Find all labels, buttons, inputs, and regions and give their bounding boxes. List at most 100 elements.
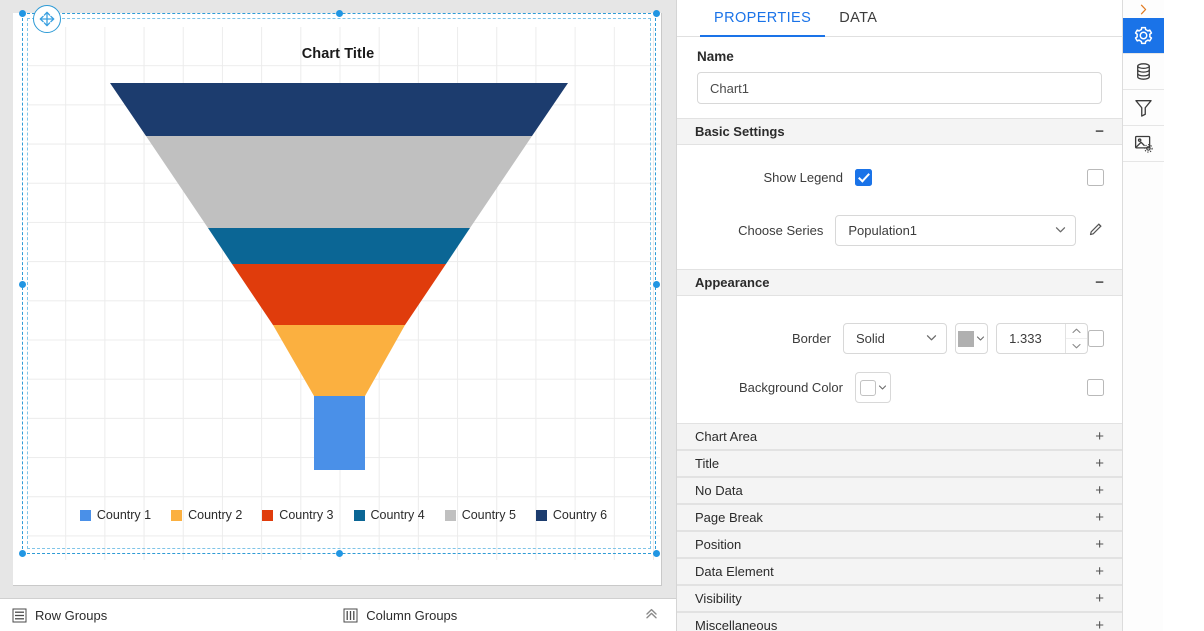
stepper-up-icon[interactable] [1066,324,1088,339]
legend-label: Country 6 [552,508,608,522]
border-width-spin-buttons [1065,324,1088,353]
legend-label: Country 5 [461,508,516,522]
row-groups-panel[interactable]: Row Groups [12,608,107,623]
section-data-element[interactable]: Data Element + [677,558,1122,585]
row-background-color: Background Color [677,372,1122,403]
groups-collapse-button[interactable] [644,606,659,624]
column-groups-label: Column Groups [366,607,458,623]
border-expression-checkbox[interactable] [1088,330,1105,347]
stepper-down-icon[interactable] [1066,339,1087,353]
section-no-data[interactable]: No Data + [677,477,1122,504]
legend-item[interactable]: Country 4 [353,508,425,522]
rail-data-button[interactable] [1123,54,1164,90]
section-chart-area-label: Chart Area [695,429,758,444]
choose-series-value: Population1 [848,223,918,238]
section-page-break[interactable]: Page Break + [677,504,1122,531]
column-groups-panel[interactable]: Column Groups [343,608,457,623]
selection-handle-top-center[interactable] [336,10,343,17]
row-border: Border Solid 1.333 [677,323,1122,354]
section-data-element-toggle[interactable]: + [1095,564,1104,579]
border-width-stepper[interactable]: 1.333 [996,323,1089,354]
design-surface[interactable]: Chart Title Country 1 Country 2 Country … [0,0,676,631]
properties-panel-body: PROPERTIES DATA Name Basic Settings − Sh… [677,0,1122,631]
legend-item[interactable]: Country 2 [171,508,242,522]
section-data-element-label: Data Element [695,564,774,579]
funnel-segment-country-1[interactable] [314,396,365,470]
rail-filter-button[interactable] [1123,90,1164,126]
funnel-segment-country-3[interactable] [232,264,446,325]
section-visibility[interactable]: Visibility + [677,585,1122,612]
chevron-down-icon [925,331,938,347]
legend-label: Country 3 [279,508,334,522]
background-color-picker[interactable] [855,372,891,403]
filter-funnel-icon [1135,100,1152,117]
background-color-expression-checkbox[interactable] [1087,379,1104,396]
section-title-toggle[interactable]: + [1095,456,1104,471]
selection-handle-top-right[interactable] [653,10,660,17]
section-page-break-label: Page Break [695,510,763,525]
section-appearance[interactable]: Appearance − [677,269,1122,296]
border-style-select[interactable]: Solid [842,323,947,354]
legend-swatch-country-5 [444,509,456,521]
background-color-label: Background Color [738,380,843,395]
rail-properties-button[interactable] [1123,18,1164,54]
legend-item[interactable]: Country 1 [79,508,151,522]
section-appearance-toggle[interactable]: − [1095,275,1104,290]
legend-item[interactable]: Country 5 [444,508,516,522]
section-miscellaneous-label: Miscellaneous [695,618,778,631]
rail-image-settings-button[interactable] [1123,126,1164,162]
section-title[interactable]: Title + [677,450,1122,477]
groups-bar: Row Groups Column Groups [0,598,676,631]
section-position-toggle[interactable]: + [1095,537,1104,552]
section-miscellaneous-toggle[interactable]: + [1095,618,1104,631]
section-miscellaneous[interactable]: Miscellaneous + [677,612,1122,631]
choose-series-select[interactable]: Population1 [835,215,1076,246]
choose-series-edit-button[interactable] [1088,221,1104,240]
panel-tabs: PROPERTIES DATA [677,0,1122,37]
section-visibility-toggle[interactable]: + [1095,591,1104,606]
funnel-chart-graphic[interactable] [27,27,660,507]
selection-handle-bottom-center[interactable] [336,550,343,557]
selection-handle-mid-right[interactable] [653,281,660,288]
selection-handle-mid-left[interactable] [19,281,26,288]
chart-legend: Country 1 Country 2 Country 3 Country 4 … [27,508,660,522]
rail-expand-button[interactable] [1123,0,1164,18]
funnel-segment-country-4[interactable] [208,228,470,264]
tab-data-label: DATA [839,10,878,26]
chevron-down-icon [1054,223,1067,239]
border-style-value: Solid [855,331,885,346]
name-field-label: Name [697,49,734,64]
section-no-data-toggle[interactable]: + [1095,483,1104,498]
legend-item[interactable]: Country 6 [535,508,608,522]
border-color-picker[interactable] [954,323,989,354]
border-color-swatch [957,330,974,347]
selection-handle-bottom-right[interactable] [653,550,660,557]
tab-properties[interactable]: PROPERTIES [700,0,826,37]
legend-swatch-country-2 [171,509,183,521]
section-appearance-label: Appearance [695,275,770,290]
section-chart-area-toggle[interactable]: + [1095,429,1104,444]
name-field-block: Name [677,37,1122,104]
chevron-down-icon [976,336,984,341]
funnel-segment-country-2[interactable] [273,325,405,396]
show-legend-expression-checkbox[interactable] [1087,169,1104,186]
name-input[interactable] [697,72,1102,104]
move-handle[interactable] [33,5,61,33]
selection-handle-top-left[interactable] [19,10,26,17]
selection-handle-bottom-left[interactable] [19,550,26,557]
section-basic-settings[interactable]: Basic Settings − [677,118,1122,145]
column-groups-icon [343,608,358,622]
legend-item[interactable]: Country 3 [262,508,334,522]
funnel-segment-country-6[interactable] [110,83,568,136]
section-visibility-label: Visibility [695,591,742,606]
section-position[interactable]: Position + [677,531,1122,558]
section-chart-area[interactable]: Chart Area + [677,423,1122,450]
section-basic-settings-toggle[interactable]: − [1095,124,1104,139]
show-legend-checkbox[interactable] [855,169,872,186]
row-choose-series: Choose Series Population1 [677,215,1122,246]
chevron-down-icon [878,385,886,390]
legend-label: Country 2 [188,508,243,522]
tab-data[interactable]: DATA [825,0,891,36]
funnel-segment-country-5[interactable] [146,136,532,228]
section-page-break-toggle[interactable]: + [1095,510,1104,525]
